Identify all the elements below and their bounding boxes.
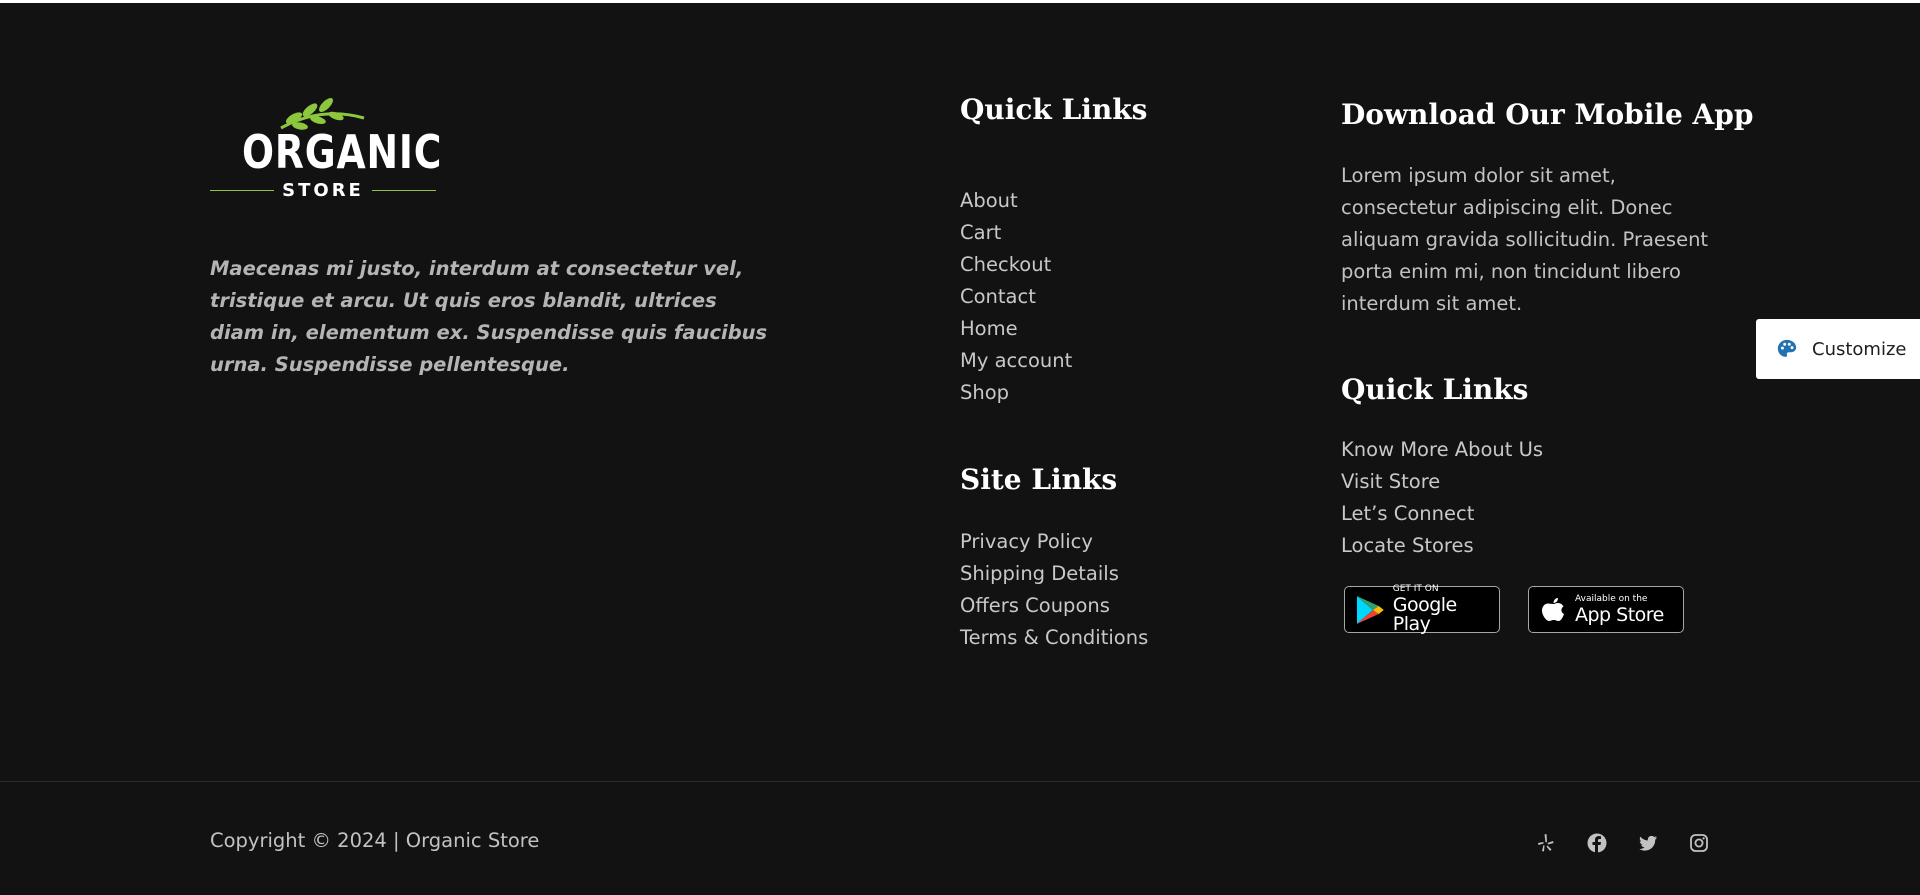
logo-rule-left: [210, 189, 275, 191]
yelp-glyph: [1538, 834, 1554, 852]
logo-wordmark: ORGANIC: [242, 125, 443, 179]
list-item: Terms & Conditions: [960, 622, 1148, 654]
footer-link-about-us[interactable]: Know More About Us: [1341, 438, 1543, 461]
footer-link-home[interactable]: Home: [960, 317, 1018, 340]
quick-links-2-heading: Quick Links: [1341, 373, 1529, 406]
list-item: Shipping Details: [960, 558, 1148, 590]
app-store-big-label: App Store: [1575, 603, 1664, 626]
facebook-glyph: [1587, 833, 1607, 853]
footer-link-cart[interactable]: Cart: [960, 221, 1001, 244]
list-item: Let’s Connect: [1341, 498, 1543, 530]
footer-link-offers-coupons[interactable]: Offers Coupons: [960, 594, 1110, 617]
list-item: Offers Coupons: [960, 590, 1148, 622]
footer-link-locate-stores[interactable]: Locate Stores: [1341, 534, 1474, 557]
site-links-heading: Site Links: [960, 463, 1118, 496]
logo-subtitle: STORE: [282, 179, 364, 201]
logo-rule-right: [371, 189, 437, 191]
footer-divider: [0, 781, 1920, 782]
list-item: Shop: [960, 377, 1072, 409]
list-item: Checkout: [960, 249, 1072, 281]
list-item: Visit Store: [1341, 466, 1543, 498]
site-logo[interactable]: ORGANIC STORE: [210, 96, 443, 204]
site-footer: ORGANIC STORE Maecenas mi justo, interdu…: [0, 3, 1920, 895]
footer-link-terms[interactable]: Terms & Conditions: [960, 626, 1148, 649]
list-item: Cart: [960, 217, 1072, 249]
list-item: Locate Stores: [1341, 530, 1543, 562]
twitter-icon[interactable]: [1636, 831, 1660, 855]
list-item: Know More About Us: [1341, 434, 1543, 466]
footer-about-text: Maecenas mi justo, interdum at consectet…: [210, 257, 768, 376]
footer-link-contact[interactable]: Contact: [960, 285, 1036, 308]
copyright-text: Copyright © 2024 | Organic Store: [210, 829, 540, 852]
footer-link-shop[interactable]: Shop: [960, 381, 1009, 404]
list-item: Privacy Policy: [960, 526, 1148, 558]
list-item: Home: [960, 313, 1072, 345]
site-links-list: Privacy Policy Shipping Details Offers C…: [960, 526, 1148, 654]
footer-link-privacy-policy[interactable]: Privacy Policy: [960, 530, 1093, 553]
quick-links-list: About Cart Checkout Contact Home My acco…: [960, 185, 1072, 409]
footer-link-shipping-details[interactable]: Shipping Details: [960, 562, 1119, 585]
customize-button[interactable]: Customize: [1756, 319, 1920, 379]
list-item: About: [960, 185, 1072, 217]
download-app-description: Lorem ipsum dolor sit amet, consectetur …: [1341, 164, 1709, 315]
google-play-badge[interactable]: GET IT ON Google Play: [1344, 585, 1500, 634]
footer-link-checkout[interactable]: Checkout: [960, 253, 1051, 276]
footer-link-lets-connect[interactable]: Let’s Connect: [1341, 502, 1474, 525]
footer-link-my-account[interactable]: My account: [960, 349, 1072, 372]
app-store-text: Available on the App Store: [1575, 593, 1664, 626]
google-play-icon: [1356, 595, 1384, 624]
footer-link-visit-store[interactable]: Visit Store: [1341, 470, 1440, 493]
download-app-heading: Download Our Mobile App: [1341, 98, 1754, 131]
facebook-icon[interactable]: [1585, 831, 1609, 855]
instagram-icon[interactable]: [1687, 831, 1711, 855]
quick-links-2-list: Know More About Us Visit Store Let’s Con…: [1341, 434, 1543, 562]
quick-links-heading: Quick Links: [960, 93, 1148, 126]
logo-subline: STORE: [210, 179, 437, 201]
palette-icon: [1777, 339, 1797, 357]
customize-label: Customize: [1812, 338, 1907, 360]
list-item: Contact: [960, 281, 1072, 313]
list-item: My account: [960, 345, 1072, 377]
app-store-badge[interactable]: Available on the App Store: [1528, 586, 1684, 633]
apple-icon: [1542, 597, 1564, 621]
instagram-glyph: [1690, 834, 1708, 852]
yelp-icon[interactable]: [1534, 831, 1558, 855]
google-play-text: GET IT ON Google Play: [1393, 585, 1499, 634]
footer-link-about[interactable]: About: [960, 189, 1018, 212]
app-store-small-label: Available on the: [1575, 593, 1648, 604]
google-play-big-label: Google Play: [1392, 594, 1458, 635]
google-play-small-label: GET IT ON: [1392, 584, 1439, 594]
twitter-glyph: [1639, 835, 1657, 851]
